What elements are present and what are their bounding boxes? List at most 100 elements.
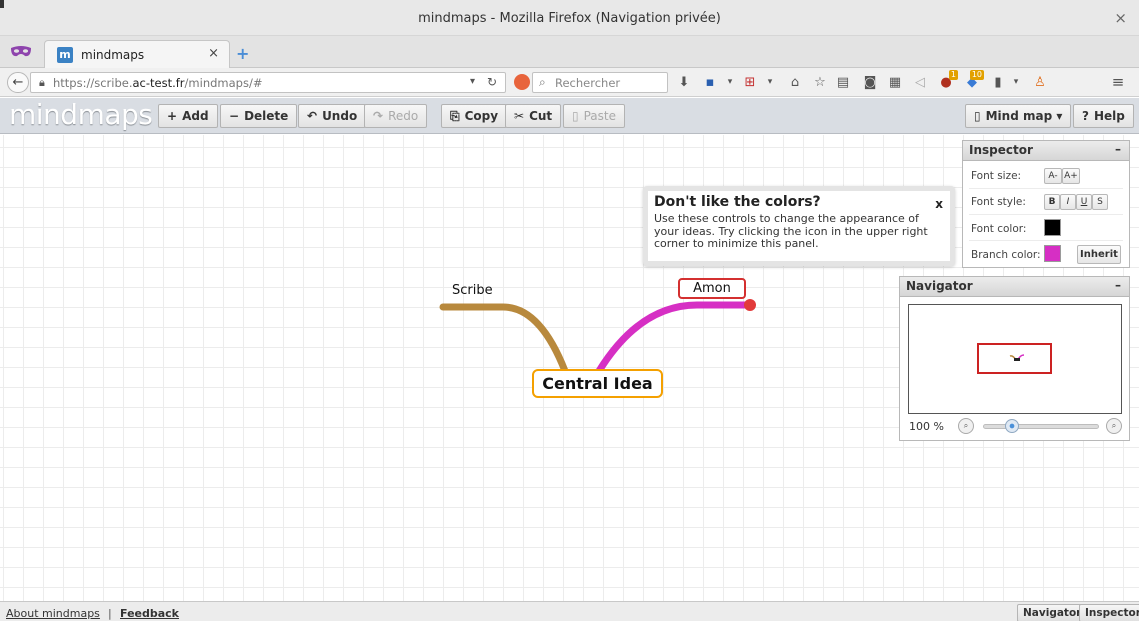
addon-icon[interactable] xyxy=(514,74,530,90)
inherit-button[interactable]: Inherit xyxy=(1077,245,1121,264)
font-larger-button[interactable]: A+ xyxy=(1062,168,1080,184)
home-icon[interactable]: ⌂ xyxy=(785,72,805,93)
font-smaller-button[interactable]: A- xyxy=(1044,168,1062,184)
new-tab-button[interactable]: + xyxy=(236,44,249,63)
navigator-panel: Navigator – 100 % ⌕ ⌕ xyxy=(899,276,1130,441)
clipboard-dropdown-icon[interactable]: ▾ xyxy=(1006,72,1026,93)
plus-icon: + xyxy=(167,109,178,123)
zoom-slider-thumb[interactable] xyxy=(1005,419,1019,433)
back-button[interactable]: ← xyxy=(7,72,29,93)
search-placeholder: Rechercher xyxy=(555,76,621,90)
tab-label: mindmaps xyxy=(81,48,145,62)
navigator-thumbnail xyxy=(1009,354,1025,361)
inspector-separator xyxy=(969,240,1123,241)
clipboard-icon[interactable]: ▮ xyxy=(988,72,1008,93)
collapse-handle-amon xyxy=(744,299,756,311)
zoom-out-icon[interactable]: ⌕ xyxy=(958,418,974,434)
mindmaps-favicon-icon: m xyxy=(57,47,73,63)
mindmap-canvas[interactable]: Scribe Amon Central Idea Don't like the … xyxy=(0,135,1139,601)
font-size-label: Font size: xyxy=(971,170,1022,182)
about-link[interactable]: About mindmaps xyxy=(6,607,100,620)
extension-icon[interactable]: ◆ 10 xyxy=(962,70,984,93)
inspector-panel: Inspector – Font size: A- A+ Font style:… xyxy=(962,140,1130,268)
window-close-button[interactable]: × xyxy=(1114,9,1127,27)
download-icon[interactable]: ⬇ xyxy=(674,72,694,93)
bold-button[interactable]: B xyxy=(1044,194,1060,210)
font-color-label: Font color: xyxy=(971,223,1027,235)
search-bar[interactable]: ⌕ Rechercher xyxy=(532,72,668,93)
branch-color-swatch[interactable] xyxy=(1044,245,1061,262)
extension-badge: 10 xyxy=(969,70,984,80)
url-text: https://scribe.ac-test.fr/mindmaps/# xyxy=(53,76,263,90)
colors-hint-popover: Don't like the colors? x Use these contr… xyxy=(643,186,955,266)
copy-button[interactable]: ⎘ Copy xyxy=(441,104,508,128)
tab-close-icon[interactable]: × xyxy=(208,46,219,61)
paste-button[interactable]: ▯ Paste xyxy=(563,104,625,128)
mindmaps-logo: mindmaps xyxy=(9,98,153,131)
node-amon[interactable]: Amon xyxy=(678,278,746,299)
send-icon[interactable]: ◁ xyxy=(910,72,930,93)
url-bar[interactable]: 🔒︎ https://scribe.ac-test.fr/mindmaps/# … xyxy=(30,72,506,93)
tab-mindmaps[interactable]: m mindmaps × xyxy=(44,40,230,68)
zoom-slider-track[interactable] xyxy=(983,424,1099,429)
apps-grid-icon[interactable]: ▦ xyxy=(885,72,905,93)
navigator-title: Navigator xyxy=(906,279,973,293)
account-icon[interactable]: ♙ xyxy=(1030,72,1050,93)
document-icon: ▯ xyxy=(974,109,981,123)
italic-button[interactable]: I xyxy=(1060,194,1076,210)
addon-plus-icon[interactable]: ⊞ xyxy=(740,72,760,93)
add-button[interactable]: + Add xyxy=(158,104,218,128)
strikethrough-button[interactable]: S xyxy=(1092,194,1108,210)
undo-icon: ↶ xyxy=(307,109,318,123)
redo-icon: ↷ xyxy=(373,109,384,123)
node-scribe[interactable]: Scribe xyxy=(452,283,493,298)
scissors-icon: ✂ xyxy=(514,109,525,123)
delete-button[interactable]: − Delete xyxy=(220,104,298,128)
search-icon: ⌕ xyxy=(539,75,546,89)
hamburger-menu-icon[interactable]: ≡ xyxy=(1108,72,1128,93)
inspector-separator xyxy=(969,188,1123,189)
paste-icon: ▯ xyxy=(572,109,579,123)
inspector-separator xyxy=(969,214,1123,215)
navigator-preview[interactable] xyxy=(908,304,1122,414)
redo-button[interactable]: ↷ Redo xyxy=(364,104,428,128)
cut-button[interactable]: ✂ Cut xyxy=(505,104,562,128)
node-central-idea[interactable]: Central Idea xyxy=(532,369,663,398)
feedback-link[interactable]: Feedback xyxy=(120,607,179,620)
bookmarks-menu-icon[interactable]: ▤ xyxy=(833,72,853,93)
navigator-header[interactable]: Navigator – xyxy=(900,277,1129,297)
window-title: mindmaps - Mozilla Firefox (Navigation p… xyxy=(418,11,721,26)
addon-dropdown-icon[interactable]: ▾ xyxy=(760,72,780,93)
tab-bar: m mindmaps × + xyxy=(0,36,1139,68)
window-titlebar: mindmaps - Mozilla Firefox (Navigation p… xyxy=(0,0,1139,36)
font-color-swatch[interactable] xyxy=(1044,219,1061,236)
navigator-toggle-button[interactable]: Navigator xyxy=(1017,604,1088,621)
inspector-minimize-icon[interactable]: – xyxy=(1115,140,1121,159)
window-corner xyxy=(0,0,4,8)
save-icon[interactable]: ▪ xyxy=(700,72,720,93)
zoom-level: 100 % xyxy=(909,420,944,433)
ublock-badge: 1 xyxy=(948,70,958,80)
private-browsing-mask-icon xyxy=(11,46,31,57)
branch-scribe xyxy=(439,303,569,375)
popover-close-button[interactable]: x xyxy=(935,197,943,211)
zoom-in-icon[interactable]: ⌕ xyxy=(1106,418,1122,434)
url-dropdown-icon[interactable]: ▾ xyxy=(470,76,475,87)
chevron-down-icon: ▾ xyxy=(1056,109,1063,123)
save-dropdown-icon[interactable]: ▾ xyxy=(720,72,740,93)
bookmark-star-icon[interactable]: ☆ xyxy=(810,72,830,93)
undo-button[interactable]: ↶ Undo xyxy=(298,104,367,128)
copy-icon: ⎘ xyxy=(450,109,460,123)
pocket-icon[interactable]: ◙ xyxy=(860,72,880,93)
ublock-icon[interactable]: ● 1 xyxy=(936,70,958,93)
underline-button[interactable]: U xyxy=(1076,194,1092,210)
help-button[interactable]: ? Help xyxy=(1073,104,1134,128)
mind-map-menu-button[interactable]: ▯ Mind map ▾ xyxy=(965,104,1072,128)
inspector-header[interactable]: Inspector – xyxy=(963,141,1129,161)
reload-icon[interactable]: ↻ xyxy=(487,75,497,89)
inspector-toggle-button[interactable]: Inspector xyxy=(1079,604,1139,621)
navigator-minimize-icon[interactable]: – xyxy=(1115,276,1121,295)
status-footer: About mindmaps | Feedback Navigator Insp… xyxy=(0,601,1139,621)
branch-amon xyxy=(595,301,754,375)
inspector-title: Inspector xyxy=(969,143,1033,157)
